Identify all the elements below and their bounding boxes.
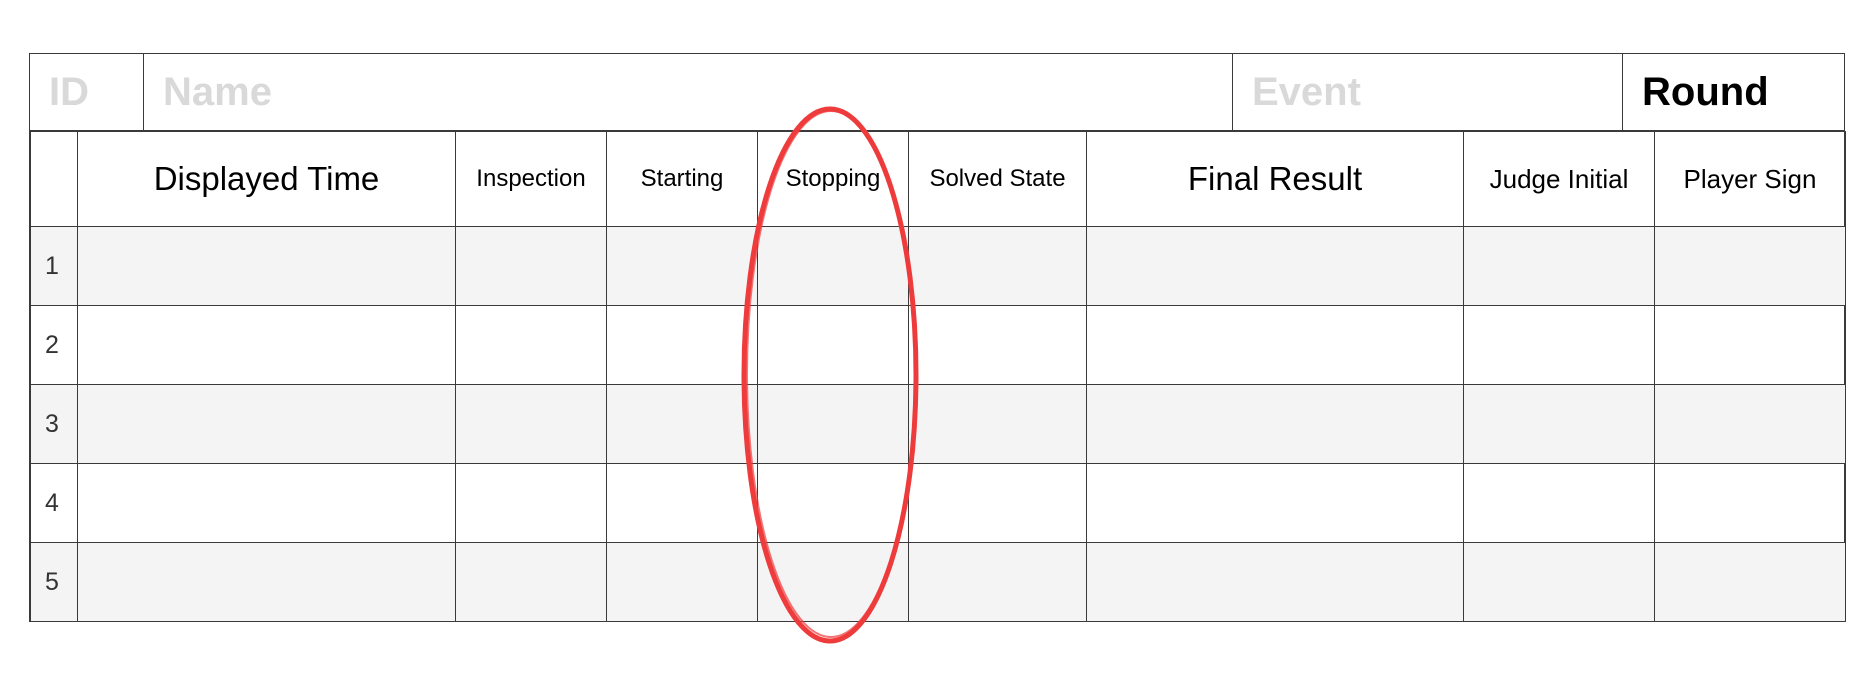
player-sign-cell[interactable] — [1654, 542, 1846, 622]
inspection-cell[interactable] — [455, 226, 607, 306]
stopping-cell[interactable] — [757, 305, 909, 385]
column-header-stopping: Stopping — [757, 131, 909, 227]
stopping-cell[interactable] — [757, 463, 909, 543]
attempt-row: 1 — [30, 226, 1846, 306]
attempts-grid: Displayed Time Inspection Starting Stopp… — [29, 131, 1846, 622]
final-result-cell[interactable] — [1086, 384, 1464, 464]
scorecard-sheet: ID Name Event Round Displayed Time Inspe… — [0, 0, 1874, 674]
name-field[interactable]: Name — [144, 54, 1233, 130]
displayed-time-cell[interactable] — [77, 384, 456, 464]
final-result-cell[interactable] — [1086, 463, 1464, 543]
starting-cell[interactable] — [606, 384, 758, 464]
player-sign-cell[interactable] — [1654, 305, 1846, 385]
starting-cell[interactable] — [606, 305, 758, 385]
attempt-row: 3 — [30, 384, 1846, 464]
judge-initial-cell[interactable] — [1463, 542, 1655, 622]
inspection-cell[interactable] — [455, 463, 607, 543]
event-field[interactable]: Event — [1233, 54, 1623, 130]
round-label: Round — [1642, 69, 1769, 114]
judge-initial-cell[interactable] — [1463, 305, 1655, 385]
row-number: 2 — [30, 305, 78, 385]
stopping-cell[interactable] — [757, 226, 909, 306]
row-number: 5 — [30, 542, 78, 622]
inspection-cell[interactable] — [455, 305, 607, 385]
solved-state-cell[interactable] — [908, 542, 1087, 622]
column-header-judge-initial: Judge Initial — [1463, 131, 1655, 227]
row-number-header — [30, 131, 78, 227]
row-number: 3 — [30, 384, 78, 464]
solved-state-cell[interactable] — [908, 226, 1087, 306]
column-header-player-sign: Player Sign — [1654, 131, 1846, 227]
competitor-header-row: ID Name Event Round — [29, 53, 1845, 131]
final-result-cell[interactable] — [1086, 542, 1464, 622]
final-result-cell[interactable] — [1086, 226, 1464, 306]
judge-initial-cell[interactable] — [1463, 384, 1655, 464]
stopping-cell[interactable] — [757, 542, 909, 622]
attempt-row: 2 — [30, 305, 1846, 385]
stopping-cell[interactable] — [757, 384, 909, 464]
column-header-displayed-time: Displayed Time — [77, 131, 456, 227]
name-placeholder: Name — [163, 69, 272, 114]
attempts-table: Displayed Time Inspection Starting Stopp… — [30, 131, 1846, 622]
judge-initial-cell[interactable] — [1463, 226, 1655, 306]
attempt-row: 5 — [30, 542, 1846, 622]
event-placeholder: Event — [1252, 69, 1361, 114]
displayed-time-cell[interactable] — [77, 542, 456, 622]
round-field[interactable]: Round — [1623, 54, 1844, 130]
player-sign-cell[interactable] — [1654, 226, 1846, 306]
final-result-cell[interactable] — [1086, 305, 1464, 385]
id-placeholder: ID — [49, 69, 89, 114]
row-number: 4 — [30, 463, 78, 543]
id-field[interactable]: ID — [30, 54, 144, 130]
solved-state-cell[interactable] — [908, 305, 1087, 385]
row-number: 1 — [30, 226, 78, 306]
judge-initial-cell[interactable] — [1463, 463, 1655, 543]
player-sign-cell[interactable] — [1654, 384, 1846, 464]
starting-cell[interactable] — [606, 226, 758, 306]
column-header-row: Displayed Time Inspection Starting Stopp… — [30, 131, 1846, 227]
column-header-solved-state: Solved State — [908, 131, 1087, 227]
solved-state-cell[interactable] — [908, 384, 1087, 464]
displayed-time-cell[interactable] — [77, 305, 456, 385]
starting-cell[interactable] — [606, 542, 758, 622]
starting-cell[interactable] — [606, 463, 758, 543]
displayed-time-cell[interactable] — [77, 463, 456, 543]
solved-state-cell[interactable] — [908, 463, 1087, 543]
inspection-cell[interactable] — [455, 542, 607, 622]
attempt-row: 4 — [30, 463, 1846, 543]
inspection-cell[interactable] — [455, 384, 607, 464]
player-sign-cell[interactable] — [1654, 463, 1846, 543]
column-header-final-result: Final Result — [1086, 131, 1464, 227]
column-header-inspection: Inspection — [455, 131, 607, 227]
column-header-starting: Starting — [606, 131, 758, 227]
displayed-time-cell[interactable] — [77, 226, 456, 306]
